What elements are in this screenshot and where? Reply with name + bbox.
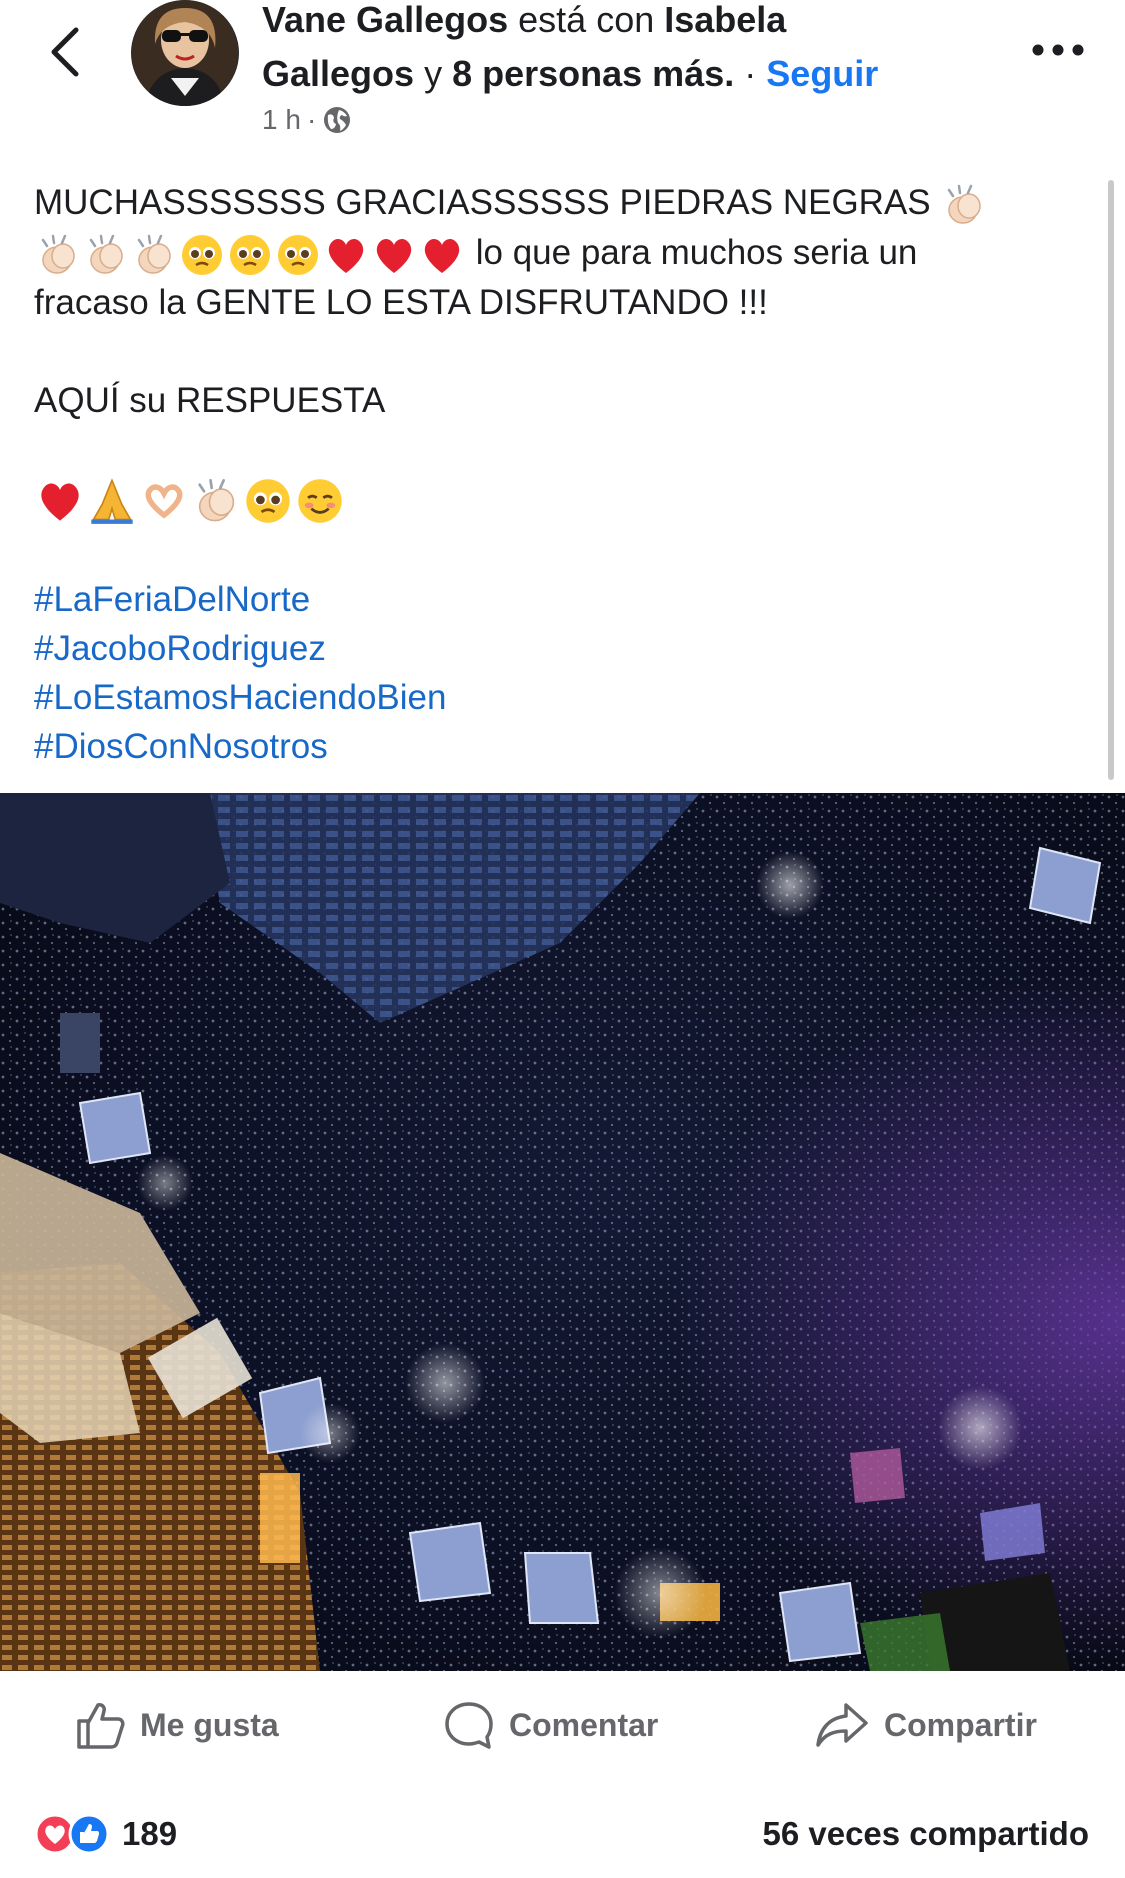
post-line-1: MUCHASSSSSSS GRACIASSSSSS PIEDRAS NEGRAS [34, 178, 1094, 228]
post-title-line-2: Gallegos y 8 personas más. · Seguir [262, 50, 878, 98]
red-heart-icon [328, 238, 364, 273]
title-separator: · [744, 53, 757, 94]
tagged-person-last[interactable]: Gallegos [262, 53, 414, 94]
globe-icon [324, 107, 351, 133]
hashtag-link[interactable]: #LaFeriaDelNorte [34, 575, 446, 624]
clapping-hands-icon [41, 234, 75, 274]
clapping-hands-icon [89, 234, 123, 274]
clapping-hands-icon [198, 478, 235, 522]
tagged-others[interactable]: 8 personas más. [452, 53, 734, 94]
more-dots-icon [1032, 44, 1084, 56]
back-button[interactable] [44, 22, 88, 82]
comment-bubble-icon [445, 1702, 493, 1749]
clapping-hands-icon [137, 234, 171, 274]
post-stats: 189 56 veces compartido [0, 1805, 1125, 1865]
like-reaction-icon [68, 1813, 110, 1855]
heart-hands-icon [145, 484, 183, 519]
share-arrow-icon [816, 1703, 868, 1747]
follow-button[interactable]: Seguir [766, 53, 878, 94]
smiling-face-icon [298, 479, 342, 523]
red-heart-icon [424, 238, 460, 273]
comment-button[interactable]: Comentar [443, 1690, 658, 1760]
red-heart-icon [41, 483, 79, 521]
like-label: Me gusta [140, 1706, 279, 1743]
post-line-2: lo que para muchos seria un [34, 228, 1094, 278]
meta-separator: · [306, 104, 317, 135]
hashtag-list: #LaFeriaDelNorte #JacoboRodriguez #LoEst… [34, 575, 446, 771]
post-time[interactable]: 1 h [262, 104, 301, 136]
shares-count[interactable]: 56 veces compartido [763, 1815, 1090, 1853]
pleading-face-icon [278, 234, 318, 275]
tagged-person-first[interactable]: Isabela [664, 0, 786, 40]
post-photo[interactable] [0, 793, 1125, 1671]
crowd-aerial-image [0, 793, 1125, 1671]
action-bar: Me gusta Comentar Compartir [0, 1690, 1125, 1760]
avatar-image [132, 0, 238, 106]
scrollbar[interactable] [1108, 180, 1114, 780]
pleading-face-icon [182, 234, 222, 275]
and-text: y [424, 53, 443, 94]
with-text: está con [518, 0, 655, 40]
hashtag-link[interactable]: #LoEstamosHaciendoBien [34, 673, 446, 722]
share-button[interactable]: Compartir [814, 1690, 1037, 1760]
post-body: MUCHASSSSSSS GRACIASSSSSS PIEDRAS NEGRAS [34, 178, 1094, 526]
like-button[interactable]: Me gusta [74, 1690, 279, 1760]
pleading-face-icon [230, 234, 270, 275]
hashtag-link[interactable]: #DiosConNosotros [34, 722, 446, 771]
reactions-summary[interactable]: 189 [34, 1813, 177, 1855]
post-title-line-1: Vane Gallegos está con Isabela [262, 0, 786, 44]
clapping-hands-icon [948, 184, 982, 224]
author-avatar[interactable] [131, 0, 239, 106]
post-meta: 1 h · [262, 104, 352, 136]
post-header: Vane Gallegos está con Isabela Gallegos … [0, 0, 1125, 150]
chevron-left-icon [51, 27, 79, 77]
thumbs-up-icon [77, 1703, 125, 1749]
red-heart-icon [376, 238, 412, 273]
more-options-button[interactable] [1030, 38, 1086, 62]
folded-hands-icon [91, 477, 133, 524]
reaction-count: 189 [122, 1815, 178, 1852]
pleading-face-icon [246, 479, 290, 523]
post-line-3: fracaso la GENTE LO ESTA DISFRUTANDO !!! [34, 283, 768, 322]
hashtag-link[interactable]: #JacoboRodriguez [34, 624, 446, 673]
comment-label: Comentar [509, 1706, 659, 1743]
post-line-4: AQUÍ su RESPUESTA [34, 381, 386, 420]
share-label: Compartir [884, 1706, 1037, 1743]
post-text-2: lo que para muchos seria un [475, 233, 918, 272]
post-text-1: MUCHASSSSSSS GRACIASSSSSS PIEDRAS NEGRAS [34, 183, 931, 222]
post-emoji-line [34, 474, 1094, 526]
author-name[interactable]: Vane Gallegos [262, 0, 508, 40]
